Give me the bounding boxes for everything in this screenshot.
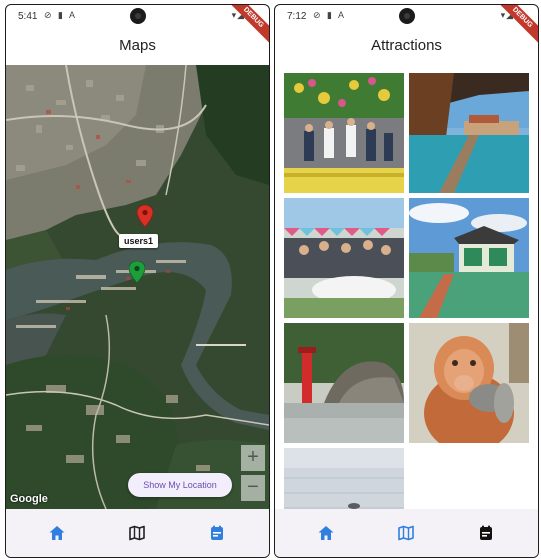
maps-screen: 5:41 ⊘ ▮ A ▾◢▮ DEBUG Maps <box>5 4 270 558</box>
attractions-icon[interactable] <box>477 524 495 542</box>
home-icon[interactable] <box>317 524 335 542</box>
home-icon[interactable] <box>48 524 66 542</box>
status-bar: 7:12 ⊘ ▮ A ▾◢▮ DEBUG <box>275 5 538 45</box>
status-time: 5:41 <box>18 11 38 22</box>
page-title: Maps <box>119 37 156 54</box>
red-map-pin-icon[interactable] <box>137 205 153 227</box>
zoom-in-button[interactable]: + <box>241 445 265 471</box>
people-decorations-photo[interactable] <box>284 73 404 193</box>
map-icon[interactable] <box>397 524 415 542</box>
camera-cutout <box>398 8 415 24</box>
stilt-house-photo[interactable] <box>409 198 529 318</box>
page-title: Attractions <box>371 37 442 54</box>
map-view[interactable]: users1 Google + − Show My Location <box>6 65 269 509</box>
bottom-navigation <box>275 509 538 557</box>
google-attribution: Google <box>10 493 48 505</box>
map-icon[interactable] <box>128 524 146 542</box>
lighthouse-rock-photo[interactable] <box>284 323 404 443</box>
status-icons: ⊘ ▮ A <box>313 10 347 20</box>
bottom-navigation <box>6 509 269 557</box>
proboscis-monkey-photo[interactable] <box>409 323 529 443</box>
attractions-screen: 7:12 ⊘ ▮ A ▾◢▮ DEBUG Attractions <box>274 4 539 558</box>
status-time: 7:12 <box>287 11 307 22</box>
show-my-location-button[interactable]: Show My Location <box>128 473 232 497</box>
status-icons: ⊘ ▮ A <box>44 10 78 20</box>
zoom-out-button[interactable]: − <box>241 475 265 501</box>
satellite-map-image <box>6 65 269 509</box>
marker-info-label: users1 <box>119 234 159 248</box>
water-village-boardwalk-photo[interactable] <box>409 73 529 193</box>
camera-cutout <box>129 8 146 24</box>
status-bar: 5:41 ⊘ ▮ A ▾◢▮ DEBUG <box>6 5 269 45</box>
group-dining-photo[interactable] <box>284 198 404 318</box>
attractions-icon[interactable] <box>208 524 226 542</box>
green-map-pin-icon[interactable] <box>129 261 145 283</box>
